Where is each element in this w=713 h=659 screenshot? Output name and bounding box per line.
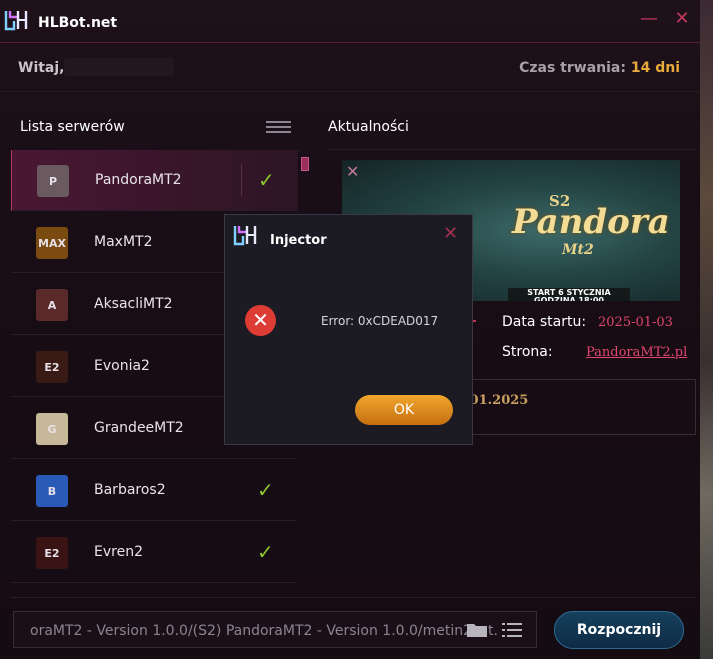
news-item-date: .01.2025 — [465, 393, 529, 408]
hlbot-logo-icon — [4, 11, 28, 31]
selection-separator — [241, 164, 242, 196]
duration-value: 14 dni — [630, 60, 680, 76]
title-bar[interactable]: HLBot.net — ✕ — [0, 0, 700, 43]
server-name: GrandeeMT2 — [94, 420, 184, 436]
aksacli-logo-icon: A — [36, 289, 68, 321]
game-path-field[interactable]: oraMT2 - Version 1.0.0/(S2) PandoraMT2 -… — [13, 611, 537, 648]
app-window: HLBot.net — ✕ Witaj, Czas trwania: 14 dn… — [0, 0, 701, 659]
barbaros-logo-icon: B — [36, 475, 68, 507]
server-name: Evren2 — [94, 544, 143, 560]
server-list-scrollbar[interactable] — [301, 157, 309, 171]
evren-logo-icon: E2 — [36, 537, 68, 569]
check-icon: ✓ — [258, 168, 275, 192]
check-icon: ✓ — [257, 540, 274, 564]
server-name: AksacliMT2 — [94, 296, 173, 312]
game-path-text: oraMT2 - Version 1.0.0/(S2) PandoraMT2 -… — [30, 623, 476, 639]
list-menu-icon[interactable] — [266, 121, 291, 133]
desktop-background — [700, 0, 713, 659]
news-divider — [328, 149, 695, 150]
server-list-title: Lista serwerów — [20, 119, 125, 135]
server-row[interactable]: B Barbaros2 ✓ — [11, 460, 297, 521]
evonia-logo-icon: E2 — [36, 351, 68, 383]
pandora-logo-icon: P — [37, 165, 69, 197]
dialog-close-button[interactable]: ✕ — [443, 223, 458, 244]
start-button[interactable]: Rozpocznij — [554, 611, 684, 649]
welcome-label: Witaj, — [18, 60, 65, 76]
server-row[interactable]: E2 Evren2 ✓ — [11, 522, 297, 583]
site-label: Strona: — [502, 344, 553, 360]
maxmt2-logo-icon: MAX — [36, 227, 68, 259]
banner-pandora: Pandora — [512, 202, 670, 242]
banner-mt2: Mt2 — [562, 242, 594, 258]
banner-start-date: START 6 STYCZNIA GODZINA 18:00 — [508, 288, 630, 301]
header-divider — [0, 91, 700, 92]
dialog-title: Injector — [270, 233, 327, 248]
banner-close-icon[interactable]: ✕ — [346, 162, 359, 181]
start-date-label: Data startu: — [502, 314, 587, 330]
server-name: PandoraMT2 — [95, 172, 182, 188]
site-link[interactable]: PandoraMT2.pl — [586, 345, 687, 360]
duration-label: Czas trwania: — [519, 60, 626, 76]
duration-display: Czas trwania: 14 dni — [519, 60, 680, 76]
injector-dialog: Injector ✕ ✕ Error: 0xCDEAD017 OK — [224, 214, 473, 445]
app-title: HLBot.net — [38, 15, 118, 31]
news-title: Aktualności — [328, 119, 409, 135]
folder-icon[interactable] — [467, 622, 487, 637]
server-name: MaxMT2 — [94, 234, 153, 250]
game-path-suffix: t. — [488, 623, 498, 639]
hlbot-logo-icon — [233, 226, 257, 246]
error-message: Error: 0xCDEAD017 — [321, 314, 439, 328]
bottom-divider — [11, 597, 695, 598]
server-name: Barbaros2 — [94, 482, 166, 498]
start-date-value: 2025-01-03 — [598, 315, 673, 330]
list-icon[interactable] — [502, 622, 522, 638]
grandee-logo-icon: G — [36, 413, 68, 445]
username-redacted — [64, 58, 174, 76]
check-icon: ✓ — [257, 478, 274, 502]
close-button[interactable]: ✕ — [671, 8, 693, 30]
error-icon: ✕ — [245, 305, 276, 336]
ok-button[interactable]: OK — [355, 395, 453, 425]
server-name: Evonia2 — [94, 358, 150, 374]
server-row[interactable]: P PandoraMT2 ✓ — [11, 150, 298, 211]
minimize-button[interactable]: — — [638, 8, 660, 30]
